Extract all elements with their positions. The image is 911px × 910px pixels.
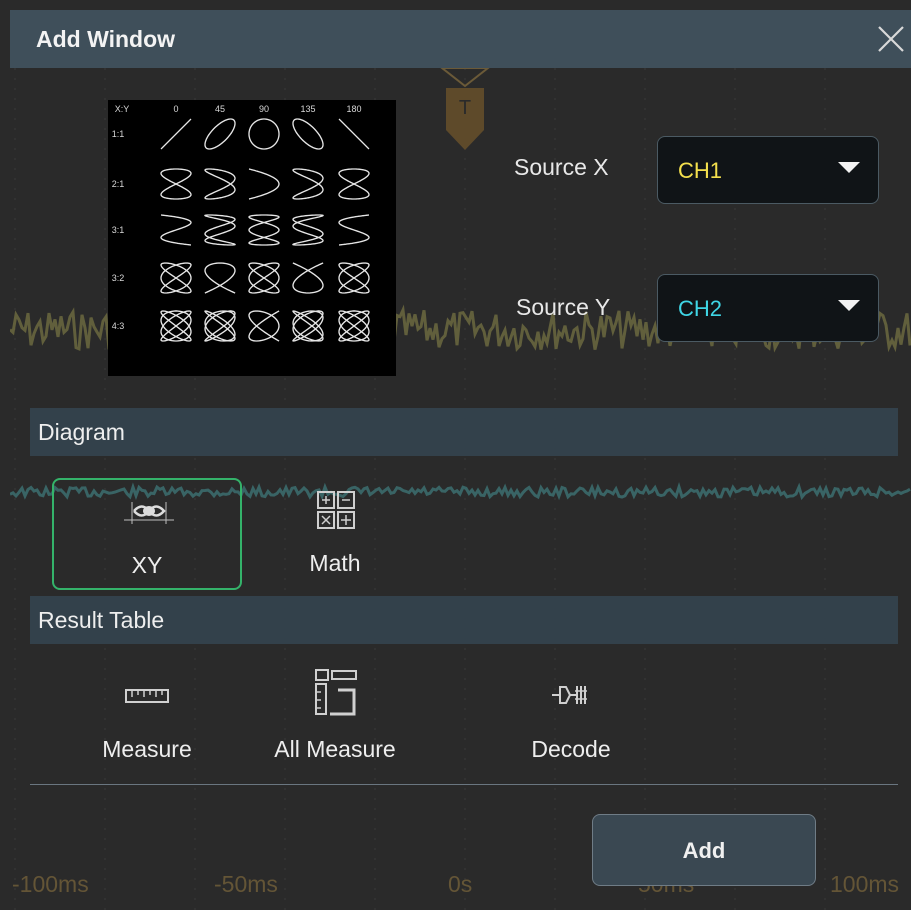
preview-row-label: 3:1 — [112, 225, 125, 235]
result-item-all-measure[interactable]: All Measure — [240, 664, 430, 776]
dialog-title-bar: Add Window — [10, 10, 911, 68]
lissajous-curve — [248, 214, 280, 246]
lissajous-curve — [292, 262, 324, 294]
preview-row-label: 3:2 — [112, 273, 125, 283]
divider — [30, 784, 898, 785]
diagram-item-math[interactable]: Math — [240, 478, 430, 590]
preview-row-label: 4:3 — [112, 321, 125, 331]
lissajous-curve — [204, 214, 236, 246]
lissajous-curve — [292, 214, 324, 246]
all-measure-icon — [315, 669, 357, 716]
lissajous-curve — [204, 262, 236, 294]
result-table-section-title: Result Table — [38, 607, 165, 633]
diagram-section-title: Diagram — [38, 419, 125, 445]
lissajous-curve — [248, 168, 280, 200]
dialog-body: T X:Y 0 45 90 135 180 1:1 2:1 3:1 3:2 4:3 Source X… — [10, 68, 911, 910]
add-button-label: Add — [682, 838, 726, 863]
lissajous-curve — [292, 168, 324, 200]
lissajous-curve — [204, 168, 236, 200]
time-axis-label: 0s — [448, 871, 473, 897]
oscilloscope-screen: Add Window T X:Y 0 45 90 135 180 1:1 2:1 3:1 3:2 4… — [0, 0, 911, 910]
preview-header-label: 90 — [259, 104, 269, 114]
chevron-down-icon — [838, 162, 860, 173]
time-axis-label: -50ms — [214, 871, 278, 897]
lissajous-curve — [160, 168, 192, 200]
source-y-value: CH2 — [678, 296, 723, 321]
lissajous-curve — [338, 118, 370, 150]
lissajous-curve — [160, 214, 192, 246]
preview-header-label: 180 — [346, 104, 361, 114]
lissajous-curve — [160, 118, 192, 150]
source-x-dropdown[interactable]: CH1 — [657, 136, 879, 204]
lissajous-curve — [248, 118, 280, 150]
ruler-icon — [125, 689, 169, 703]
preview-row-label: 2:1 — [112, 179, 125, 189]
result-table-section-header: Result Table — [30, 596, 898, 644]
add-button[interactable]: Add — [592, 814, 816, 886]
lissajous-curve — [338, 310, 370, 342]
result-item-measure[interactable]: Measure — [52, 664, 242, 776]
lissajous-curve — [338, 168, 370, 200]
xy-icon — [124, 502, 174, 524]
trigger-marker: T — [440, 68, 490, 150]
source-y-dropdown[interactable]: CH2 — [657, 274, 879, 342]
source-x-label: Source X — [514, 154, 609, 180]
lissajous-curve — [204, 118, 236, 150]
lissajous-curve — [338, 214, 370, 246]
lissajous-curve — [248, 310, 280, 342]
source-y-label: Source Y — [516, 294, 611, 320]
lissajous-curve — [292, 310, 324, 342]
lissajous-curve — [248, 262, 280, 294]
xy-label: XY — [131, 552, 163, 578]
diagram-item-xy[interactable]: XY — [52, 478, 242, 590]
xy-preview-image: X:Y 0 45 90 135 180 1:1 2:1 3:1 3:2 4:3 — [108, 100, 396, 376]
dialog-title: Add Window — [36, 26, 176, 52]
preview-row-label: 1:1 — [112, 129, 125, 139]
measure-label: Measure — [102, 736, 192, 762]
trigger-marker-label: T — [459, 97, 471, 119]
math-grid-icon — [317, 491, 355, 529]
decode-label: Decode — [531, 736, 611, 762]
diagram-section-header: Diagram — [30, 408, 898, 456]
lissajous-curve — [160, 262, 192, 294]
preview-header-label: X:Y — [115, 104, 130, 114]
close-icon[interactable] — [876, 24, 906, 54]
decode-icon — [552, 686, 587, 704]
math-label: Math — [309, 550, 361, 576]
chevron-down-icon — [838, 300, 860, 311]
result-item-decode[interactable]: Decode — [476, 664, 666, 776]
lissajous-curve — [204, 310, 236, 342]
time-axis-label: 100ms — [830, 871, 900, 897]
source-x-value: CH1 — [678, 158, 723, 183]
preview-header-label: 0 — [173, 104, 178, 114]
time-axis-label: -100ms — [12, 871, 89, 897]
preview-header-label: 135 — [300, 104, 315, 114]
lissajous-curve — [292, 118, 324, 150]
all-measure-label: All Measure — [274, 736, 396, 762]
lissajous-curve — [338, 262, 370, 294]
preview-header-label: 45 — [215, 104, 225, 114]
lissajous-curve — [160, 310, 192, 342]
